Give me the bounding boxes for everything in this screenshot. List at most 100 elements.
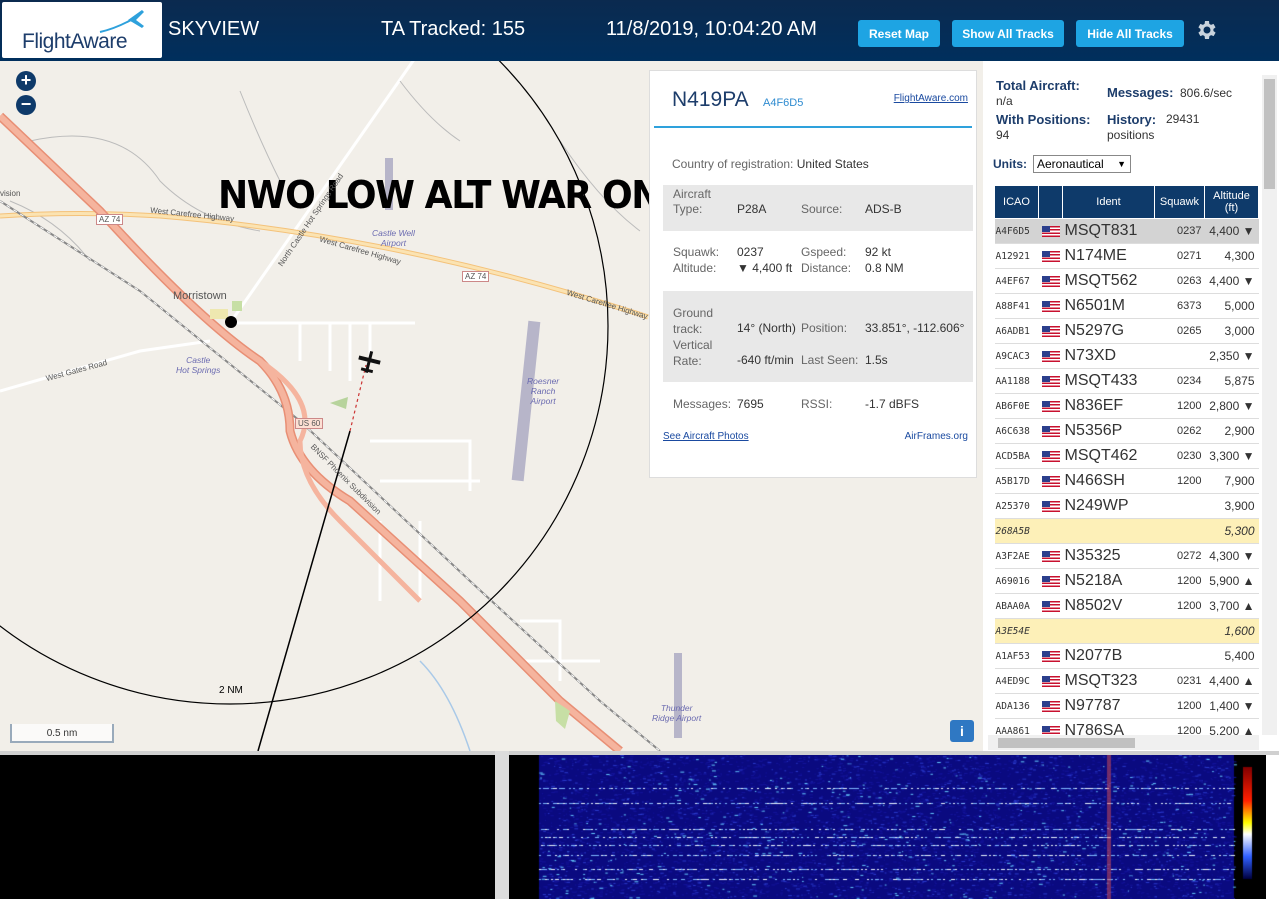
vertical-scrollbar[interactable] — [1262, 75, 1277, 735]
col-header-squawk[interactable]: Squawk — [1154, 185, 1205, 219]
table-row[interactable]: A3E54E 1,600 — [994, 618, 1259, 644]
type-box: Aircraft Type: P28A Source: ADS-B — [663, 185, 973, 231]
cell-altitude: 7,900 — [1204, 468, 1259, 494]
cell-icao: ADA136 — [994, 693, 1039, 719]
top-header: FlightAware SKYVIEW TA Tracked: 155 11/8… — [0, 0, 1279, 61]
label-vision: vision — [0, 189, 21, 198]
table-row[interactable]: A4EF67 MSQT562 0263 4,400 ▼ — [994, 268, 1259, 294]
table-row[interactable]: ADA136 N97787 1200 1,400 ▼ — [994, 693, 1259, 719]
cell-icao: ACD5BA — [994, 443, 1039, 469]
table-row[interactable]: A69016 N5218A 1200 5,900 ▲ — [994, 568, 1259, 594]
cell-icao: A1AF53 — [994, 643, 1039, 669]
gear-icon[interactable] — [1194, 18, 1218, 42]
units-select[interactable]: Aeronautical ▼ — [1033, 155, 1131, 173]
horizontal-scroll-thumb[interactable] — [998, 738, 1135, 748]
zoom-in-button[interactable]: + — [16, 71, 36, 91]
table-row[interactable]: ACD5BA MSQT462 0230 3,300 ▼ — [994, 443, 1259, 469]
vertical-scroll-thumb[interactable] — [1264, 79, 1275, 189]
cell-flag — [1038, 218, 1063, 244]
cell-altitude: 1,400 ▼ — [1204, 693, 1259, 719]
cell-flag — [1038, 593, 1063, 619]
table-row[interactable]: A25370 N249WP 3,900 — [994, 493, 1259, 519]
cell-squawk: 0237 — [1154, 218, 1205, 244]
info-button[interactable]: i — [950, 720, 974, 742]
table-row[interactable]: A88F41 N6501M 6373 5,000 — [994, 293, 1259, 319]
us-flag-icon — [1041, 350, 1060, 362]
table-row[interactable]: A3F2AE N35325 0272 4,300 ▼ — [994, 543, 1259, 569]
squawk-value: 0237 — [737, 245, 764, 259]
spectrum-waterfall — [509, 755, 1266, 899]
reset-map-button[interactable]: Reset Map — [858, 20, 940, 47]
flightaware-logo[interactable]: FlightAware — [2, 2, 162, 58]
cell-squawk: 0234 — [1154, 368, 1205, 394]
hide-all-tracks-button[interactable]: Hide All Tracks — [1076, 20, 1184, 47]
table-row[interactable]: 268A5B 5,300 — [994, 518, 1259, 544]
cell-altitude: 5,875 — [1204, 368, 1259, 394]
table-row[interactable]: A9CAC3 N73XD 2,350 ▼ — [994, 343, 1259, 369]
table-row[interactable]: AB6F0E N836EF 1200 2,800 ▼ — [994, 393, 1259, 419]
cell-icao: 268A5B — [994, 518, 1039, 544]
cell-altitude: 3,000 — [1204, 318, 1259, 344]
table-row[interactable]: A4F6D5 MSQT831 0237 4,400 ▼ — [994, 218, 1259, 244]
cell-altitude: 4,400 ▲ — [1204, 668, 1259, 694]
table-row[interactable]: A1AF53 N2077B 5,400 — [994, 643, 1259, 669]
label-roesner-ranch-airport: Roesner Ranch Airport — [527, 376, 560, 406]
us-flag-icon — [1041, 575, 1060, 587]
cell-flag — [1038, 343, 1063, 369]
cell-icao: A4ED9C — [994, 668, 1039, 694]
cell-squawk: 1200 — [1154, 568, 1205, 594]
table-row[interactable]: A4ED9C MSQT323 0231 4,400 ▲ — [994, 668, 1259, 694]
cell-squawk: 0230 — [1154, 443, 1205, 469]
source-value: ADS-B — [865, 202, 902, 216]
cell-ident — [1062, 618, 1155, 644]
aircraft-hex: A4F6D5 — [763, 97, 804, 109]
flightaware-link[interactable]: FlightAware.com — [894, 93, 968, 104]
table-row[interactable]: A6ADB1 N5297G 0265 3,000 — [994, 318, 1259, 344]
position-value: 33.851°, -112.606° — [865, 321, 965, 335]
type-value: P28A — [737, 202, 767, 216]
cell-flag — [1038, 468, 1063, 494]
black-panel — [0, 755, 495, 899]
col-header-icao[interactable]: ICAO — [994, 185, 1039, 219]
table-row[interactable]: A12921 N174ME 0271 4,300 — [994, 243, 1259, 269]
aircraft-info-panel: N419PA A4F6D5 FlightAware.com Country of… — [649, 70, 977, 478]
horizontal-scrollbar[interactable] — [988, 735, 1259, 750]
cell-icao: A5B17D — [994, 468, 1039, 494]
table-row[interactable]: AA1188 MSQT433 0234 5,875 — [994, 368, 1259, 394]
aircraft-table: ICAO Ident Squawk Altitude (ft) A4F6D5 MS… — [994, 185, 1259, 744]
show-all-tracks-button[interactable]: Show All Tracks — [952, 20, 1064, 47]
airframes-link[interactable]: AirFrames.org — [905, 431, 968, 442]
label-az74-2: AZ 74 — [462, 271, 490, 282]
col-header-ident[interactable]: Ident — [1062, 185, 1155, 219]
aircraft-photos-link[interactable]: See Aircraft Photos — [663, 431, 749, 442]
table-row[interactable]: ABAA0A N8502V 1200 3,700 ▲ — [994, 593, 1259, 619]
cell-altitude: 3,700 ▲ — [1204, 593, 1259, 619]
scale-bar: 0.5 nm — [10, 724, 114, 743]
lastseen-label: Last Seen: — [801, 353, 859, 367]
cell-icao: A6C638 — [994, 418, 1039, 444]
cell-flag — [1038, 568, 1063, 594]
us-flag-icon — [1041, 325, 1060, 337]
table-row[interactable]: A5B17D N466SH 1200 7,900 — [994, 468, 1259, 494]
cell-altitude: 4,300 — [1204, 243, 1259, 269]
units-value: Aeronautical — [1037, 157, 1104, 171]
rssi-label: RSSI: — [801, 397, 833, 411]
cell-ident: N5218A — [1062, 568, 1155, 594]
cell-altitude: 4,300 ▼ — [1204, 543, 1259, 569]
cell-altitude: 1,600 — [1204, 618, 1259, 644]
col-header-flag[interactable] — [1038, 185, 1063, 219]
us-flag-icon — [1041, 600, 1060, 612]
units-label: Units: — [993, 157, 1027, 171]
cell-squawk: 0262 — [1154, 418, 1205, 444]
cell-icao: AA1188 — [994, 368, 1039, 394]
cell-squawk: 0265 — [1154, 318, 1205, 344]
zoom-out-button[interactable]: − — [16, 95, 36, 115]
cell-icao: A6ADB1 — [994, 318, 1039, 344]
col-header-altitude[interactable]: Altitude (ft) — [1204, 185, 1259, 219]
logo-text: FlightAware — [22, 30, 128, 53]
table-row[interactable]: A6C638 N5356P 0262 2,900 — [994, 418, 1259, 444]
cell-ident: MSQT433 — [1062, 368, 1155, 394]
rssi-value: -1.7 dBFS — [865, 397, 920, 411]
selected-aircraft-icon[interactable] — [356, 349, 382, 375]
cell-flag — [1038, 618, 1063, 644]
